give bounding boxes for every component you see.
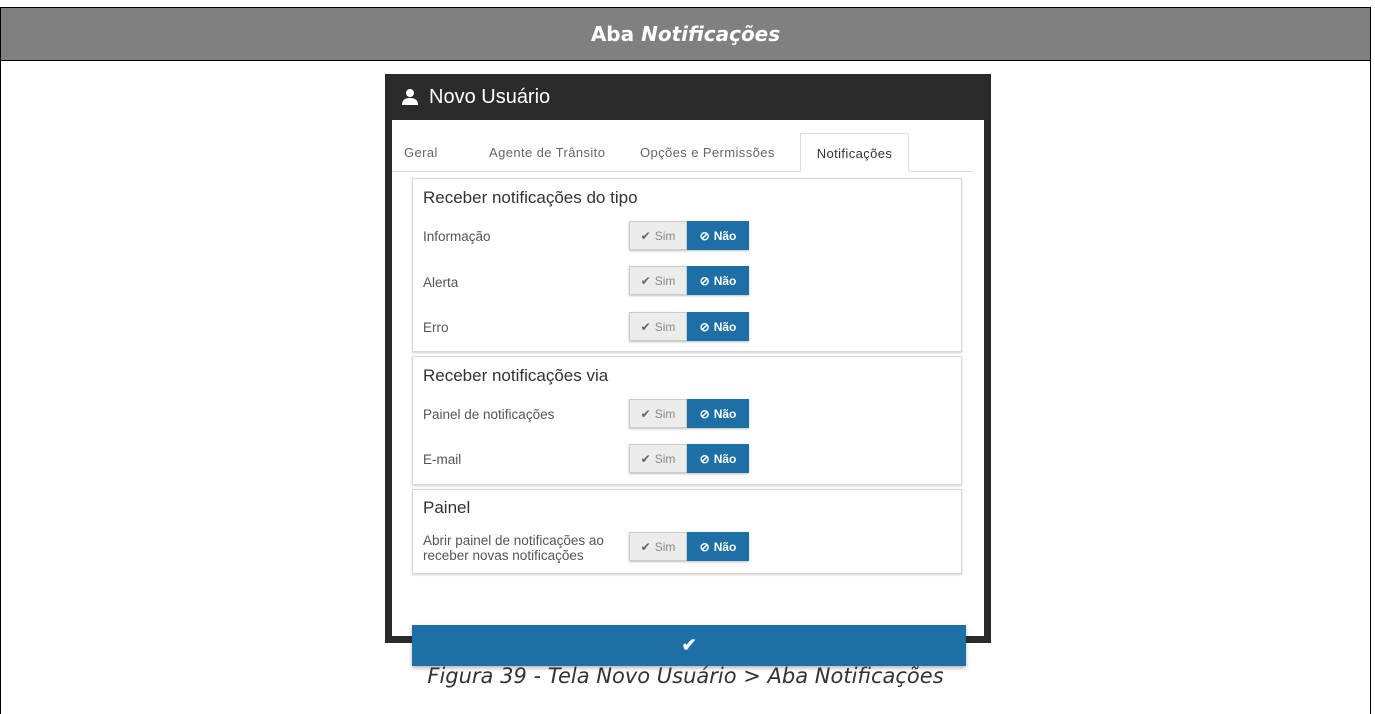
toggle-yes-button[interactable]: ✔ Sim (629, 399, 687, 428)
toggle-yes-button[interactable]: ✔ Sim (629, 444, 687, 473)
dialog-title-bar: Novo Usuário (385, 74, 991, 120)
document-header-title: Aba Notificações (591, 22, 780, 46)
check-icon: ✔ (640, 273, 651, 288)
tab-opcoes-e-permissoes[interactable]: Opções e Permissões (640, 133, 775, 171)
toggle-no-button[interactable]: ⊘ Não (687, 532, 749, 561)
row-label-erro: Erro (423, 320, 449, 335)
toggle-no-button[interactable]: ⊘ Não (687, 312, 749, 341)
header-prefix: Aba (590, 22, 642, 46)
table-right-border (1370, 60, 1371, 714)
dialog-body: Geral Agente de Trânsito Opções e Permis… (392, 120, 984, 666)
user-icon (401, 88, 419, 106)
toggle-e-mail: ✔ Sim ⊘ Não (629, 444, 749, 473)
check-icon: ✔ (640, 451, 651, 466)
ban-icon: ⊘ (699, 228, 710, 243)
header-emphasis: Notificações (641, 22, 781, 46)
check-icon: ✔ (640, 539, 651, 554)
toggle-painel-de-notificacoes: ✔ Sim ⊘ Não (629, 399, 749, 428)
dialog-title: Novo Usuário (429, 85, 551, 108)
table-left-border (0, 60, 1, 714)
row-label-e-mail: E-mail (423, 452, 462, 467)
figure-caption: Figura 39 - Tela Novo Usuário > Aba Noti… (427, 664, 944, 688)
ban-icon: ⊘ (699, 406, 710, 421)
tab-bar: Geral Agente de Trânsito Opções e Permis… (392, 133, 972, 172)
panel-title: Receber notificações do tipo (423, 188, 638, 207)
toggle-informacao: ✔ Sim ⊘ Não (629, 221, 749, 250)
row-label-painel-de-notificacoes: Painel de notificações (423, 407, 555, 422)
toggle-erro: ✔ Sim ⊘ Não (629, 312, 749, 341)
document-header: Aba Notificações (0, 7, 1371, 61)
panel-notification-types: Receber notificações do tipo Informação … (412, 178, 962, 352)
row-label-line: receber novas notificações (423, 548, 584, 563)
toggle-abrir-painel: ✔ Sim ⊘ Não (629, 532, 749, 561)
ban-icon: ⊘ (699, 319, 710, 334)
ban-icon: ⊘ (699, 451, 710, 466)
confirm-button[interactable]: ✔ (412, 625, 966, 666)
panel-painel: Painel Abrir painel de notificações ao r… (412, 489, 962, 574)
toggle-no-button[interactable]: ⊘ Não (687, 399, 749, 428)
toggle-yes-button[interactable]: ✔ Sim (629, 532, 687, 561)
ban-icon: ⊘ (699, 539, 710, 554)
tab-notificacoes[interactable]: Notificações (800, 133, 909, 172)
check-icon: ✔ (681, 635, 697, 655)
toggle-no-button[interactable]: ⊘ Não (687, 266, 749, 295)
check-icon: ✔ (640, 319, 651, 334)
panel-title: Receber notificações via (423, 366, 609, 385)
toggle-yes-button[interactable]: ✔ Sim (629, 312, 687, 341)
tab-agente-de-transito[interactable]: Agente de Trânsito (489, 133, 605, 171)
ban-icon: ⊘ (699, 273, 710, 288)
tab-geral[interactable]: Geral (404, 133, 438, 171)
toggle-alerta: ✔ Sim ⊘ Não (629, 266, 749, 295)
panel-notification-channels: Receber notificações via Painel de notif… (412, 356, 962, 485)
row-label-alerta: Alerta (423, 275, 459, 290)
row-label-abrir-painel: Abrir painel de notificações ao receber … (423, 533, 604, 563)
row-label-informacao: Informação (423, 229, 491, 244)
toggle-no-button[interactable]: ⊘ Não (687, 221, 749, 250)
toggle-no-button[interactable]: ⊘ Não (687, 444, 749, 473)
check-icon: ✔ (640, 228, 651, 243)
new-user-dialog: Novo Usuário Geral Agente de Trânsito Op… (385, 74, 991, 666)
check-icon: ✔ (640, 406, 651, 421)
panel-title: Painel (423, 498, 471, 517)
row-label-line: Abrir painel de notificações ao (423, 533, 604, 548)
toggle-yes-button[interactable]: ✔ Sim (629, 221, 687, 250)
toggle-yes-button[interactable]: ✔ Sim (629, 266, 687, 295)
